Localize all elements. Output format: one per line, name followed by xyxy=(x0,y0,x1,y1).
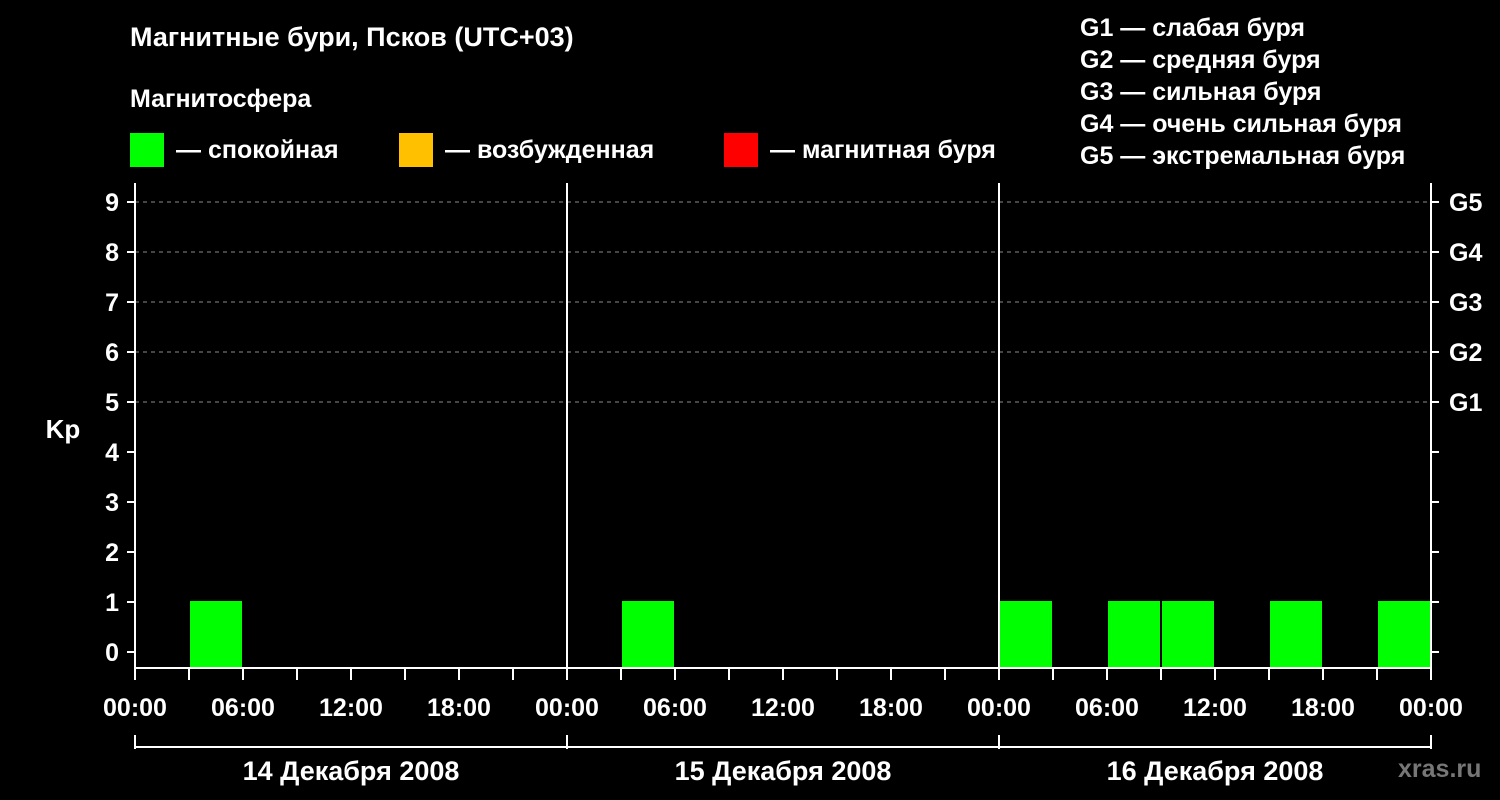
x-tick-label: 18:00 xyxy=(859,694,923,722)
kp-chart: 0 1 2 3 4 5 6 7 8 9 G1 G2 G3 G4 G5 Kp 00:00 06:00 12:00 18:… xyxy=(46,183,1482,786)
kp-bar xyxy=(1270,601,1322,668)
storm-level-tick-label: G1 xyxy=(1449,389,1482,417)
y-tick-label: 6 xyxy=(105,339,119,367)
storm-level-tick-label: G3 xyxy=(1449,289,1482,317)
x-tick-label: 12:00 xyxy=(319,694,383,722)
x-tick-label: 06:00 xyxy=(1075,694,1139,722)
x-tick-label: 18:00 xyxy=(427,694,491,722)
x-tick-label: 06:00 xyxy=(643,694,707,722)
y-tick-label: 8 xyxy=(105,239,119,267)
day-label: 15 Декабря 2008 xyxy=(675,756,892,786)
y-tick-label: 1 xyxy=(105,589,119,617)
x-tick-label: 12:00 xyxy=(1183,694,1247,722)
x-tick-label: 12:00 xyxy=(751,694,815,722)
x-tick-label: 00:00 xyxy=(967,694,1031,722)
y-tick-label: 9 xyxy=(105,189,119,217)
day-label: 14 Декабря 2008 xyxy=(243,756,460,786)
y-tick-label: 4 xyxy=(105,439,119,467)
storm-level-tick-label: G4 xyxy=(1449,239,1482,267)
watermark: xras.ru xyxy=(1398,755,1482,783)
kp-bar xyxy=(1162,601,1214,668)
x-tick-label: 18:00 xyxy=(1291,694,1355,722)
day-label: 16 Декабря 2008 xyxy=(1107,756,1324,786)
x-tick-label: 00:00 xyxy=(103,694,167,722)
kp-bar xyxy=(1108,601,1160,668)
x-tick-label: 06:00 xyxy=(211,694,275,722)
y-tick-label: 3 xyxy=(105,489,119,517)
kp-bar xyxy=(622,601,674,668)
storm-level-tick-label: G5 xyxy=(1449,189,1482,217)
kp-bar xyxy=(1378,601,1430,668)
storm-level-tick-label: G2 xyxy=(1449,339,1482,367)
kp-bar xyxy=(190,601,242,668)
y-tick-label: 0 xyxy=(105,639,119,667)
y-tick-label: 5 xyxy=(105,389,119,417)
y-axis-label: Kp xyxy=(46,414,81,444)
kp-bar xyxy=(1000,601,1052,668)
x-tick-label: 00:00 xyxy=(1399,694,1463,722)
x-tick-label: 00:00 xyxy=(535,694,599,722)
y-tick-label: 7 xyxy=(105,289,119,317)
y-tick-label: 2 xyxy=(105,539,119,567)
